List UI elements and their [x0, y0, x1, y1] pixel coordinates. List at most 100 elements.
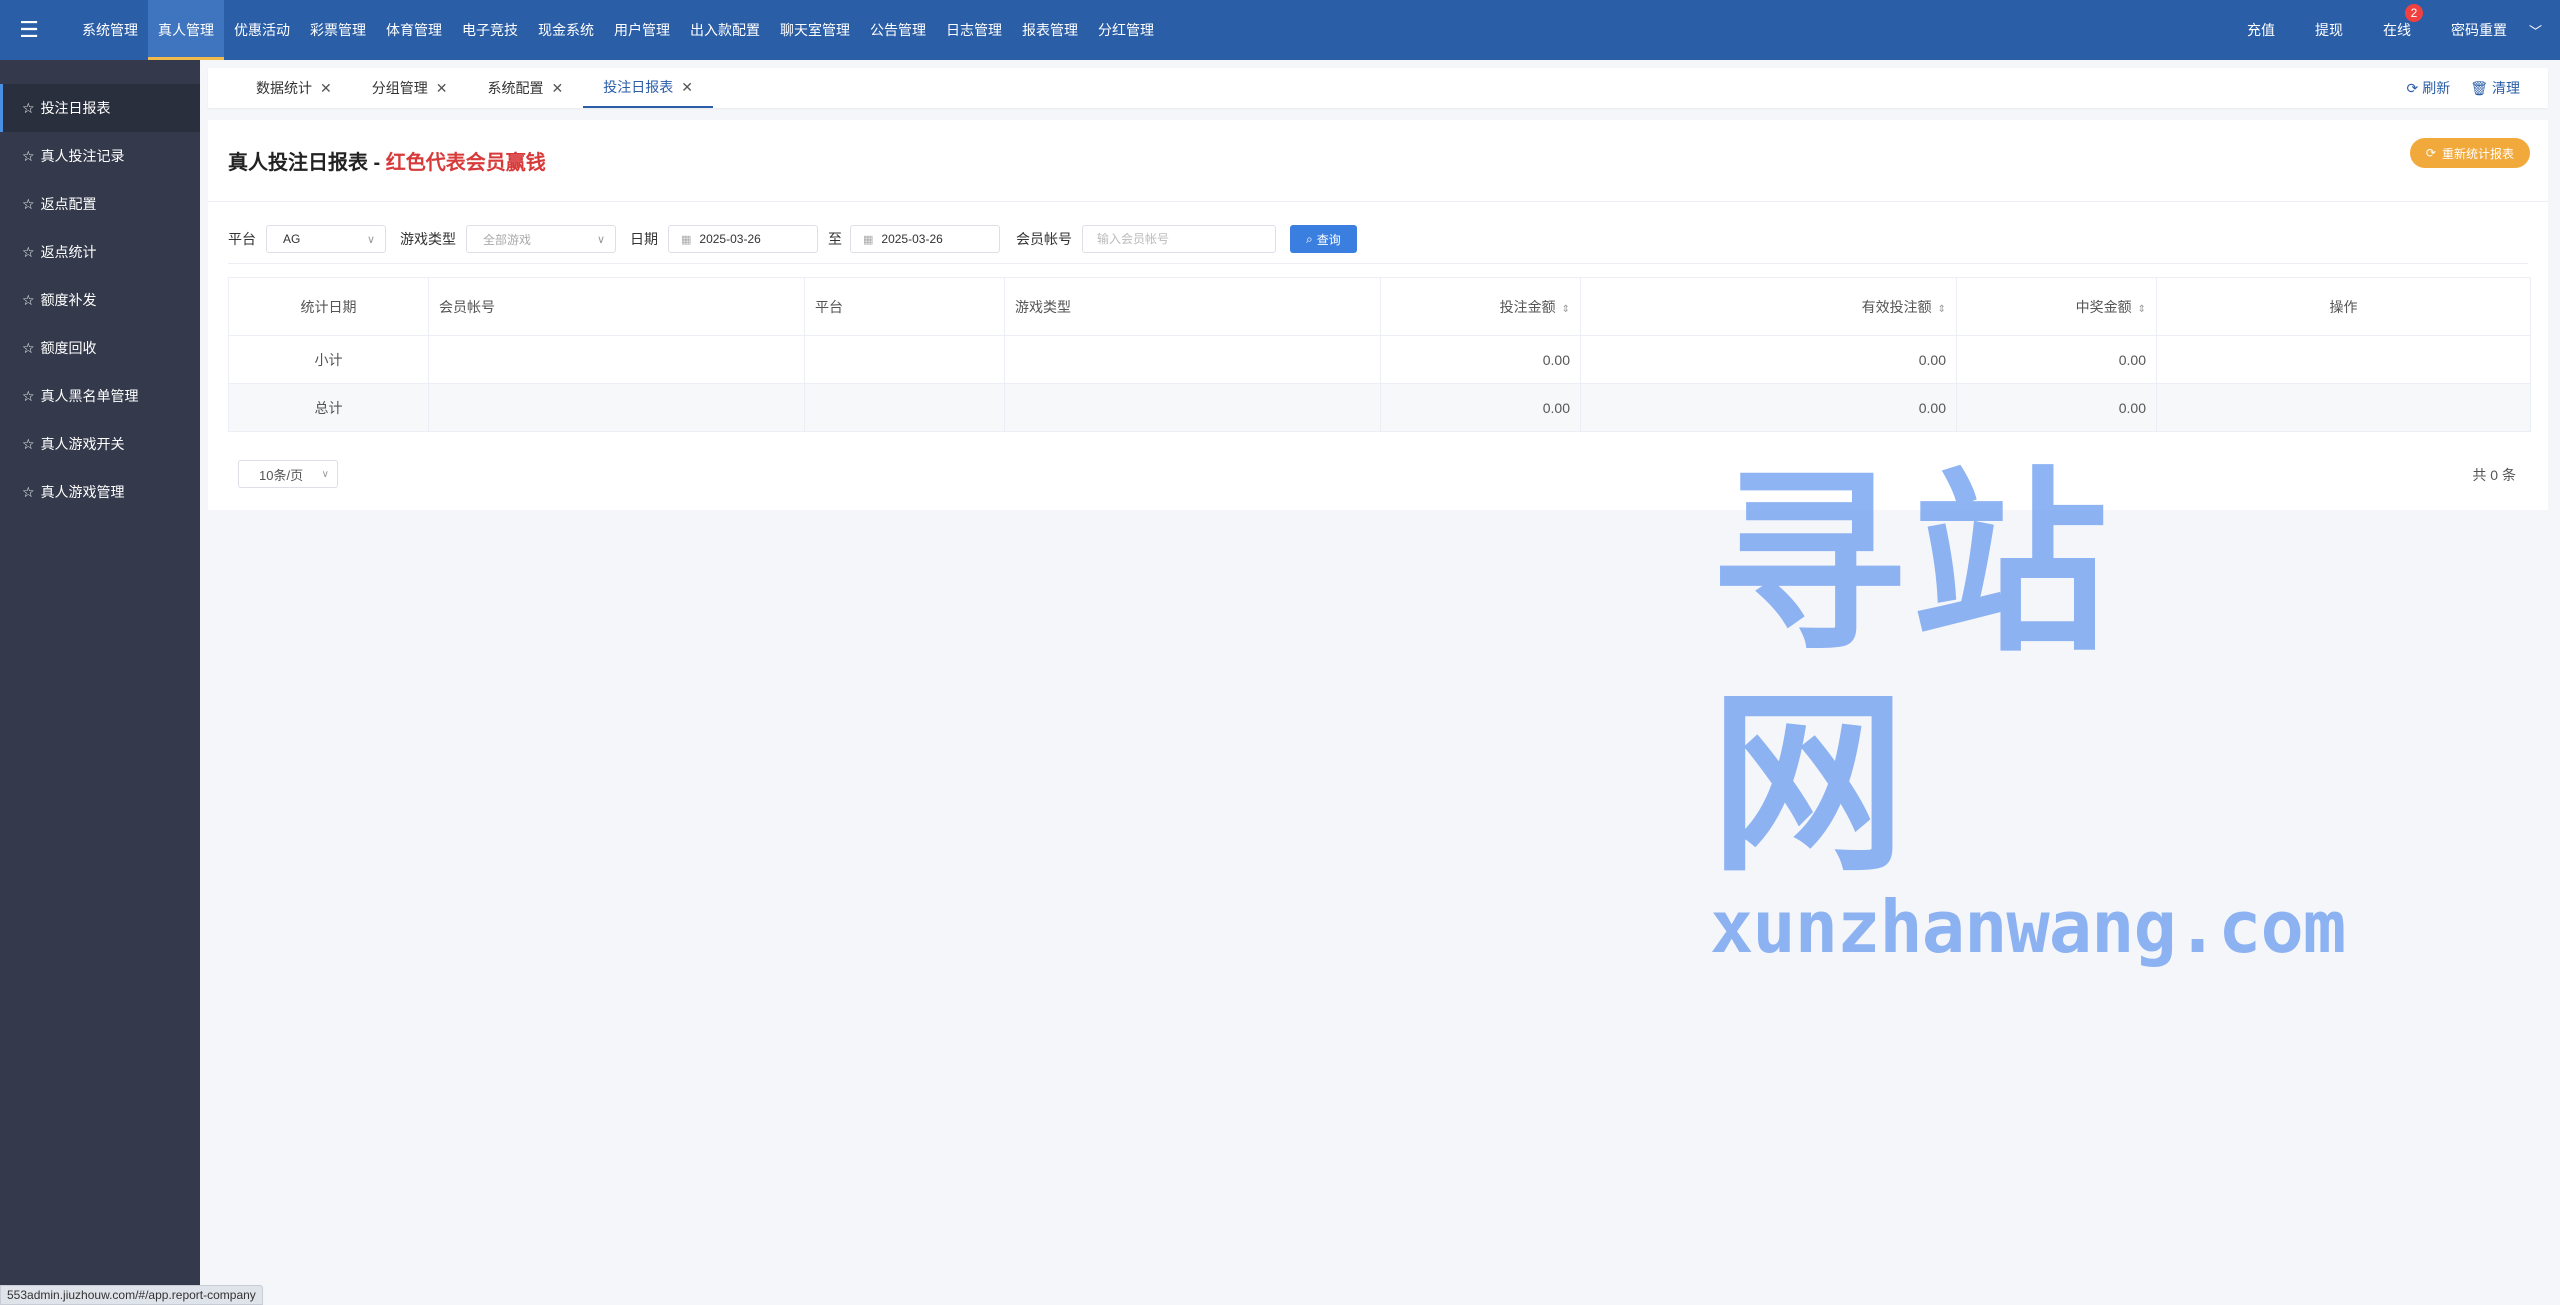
recalculate-label: 重新统计报表 — [2441, 146, 2514, 161]
cell-bet-amount: 0.00 — [1380, 383, 1581, 432]
top-navbar: ☰ 系统管理 真人管理 优惠活动 彩票管理 体育管理 电子竞技 现金系统 用户管… — [0, 0, 2560, 60]
reset-password-link[interactable]: 密码重置 — [2451, 20, 2507, 40]
sort-icon[interactable]: ⇕ — [1938, 304, 1946, 315]
member-account-input[interactable] — [1082, 225, 1276, 253]
nav-item-reports[interactable]: 报表管理 — [1012, 0, 1088, 60]
nav-item-live[interactable]: 真人管理 — [148, 0, 224, 60]
star-icon: ☆ — [22, 147, 35, 164]
close-icon[interactable]: ✕ — [436, 80, 448, 97]
sort-icon[interactable]: ⇕ — [2138, 304, 2146, 315]
close-icon[interactable]: ✕ — [320, 80, 332, 97]
platform-select[interactable]: AG ∨ — [266, 225, 386, 253]
nav-item-logs[interactable]: 日志管理 — [936, 0, 1012, 60]
cell-member — [428, 335, 805, 384]
sidebar-item-label: 真人游戏开关 — [40, 436, 125, 452]
tab-data-stats[interactable]: 数据统计 ✕ — [236, 68, 352, 108]
sort-icon[interactable]: ⇕ — [1562, 304, 1570, 315]
top-nav-right: 充值 提现 在线 2 密码重置 ﹀ — [2207, 0, 2560, 60]
search-label: 查询 — [1316, 232, 1341, 247]
tab-actions: ⟳ 刷新 🗑 清理 — [2386, 78, 2548, 98]
sidebar-item-credit-reissue[interactable]: ☆ 额度补发 — [0, 276, 200, 324]
menu-toggle-icon[interactable]: ☰ — [0, 0, 58, 60]
cell-date: 小计 — [228, 335, 429, 384]
star-icon: ☆ — [22, 99, 35, 116]
sidebar-item-bet-daily-report[interactable]: ☆ 投注日报表 — [0, 84, 200, 132]
open-tabs: 数据统计 ✕ 分组管理 ✕ 系统配置 ✕ 投注日报表 ✕ — [236, 68, 713, 108]
nav-item-system[interactable]: 系统管理 — [72, 0, 148, 60]
sidebar-item-label: 真人游戏管理 — [40, 484, 125, 500]
sidebar-item-label: 返点配置 — [40, 196, 97, 212]
online-link[interactable]: 在线 2 — [2383, 4, 2423, 40]
nav-item-esports[interactable]: 电子竞技 — [452, 0, 528, 60]
table-row-subtotal: 小计 0.00 0.00 0.00 — [228, 335, 2531, 384]
tab-group-management[interactable]: 分组管理 ✕ — [352, 68, 468, 108]
date-label: 日期 — [630, 231, 658, 247]
clear-button[interactable]: 🗑 清理 — [2470, 78, 2520, 98]
report-table: 统计日期 会员帐号 平台 游戏类型 投注金额 ⇕ 有效投注额 ⇕ 中奖金额 ⇕ 操作 … — [228, 277, 2531, 432]
col-header-bet-amount[interactable]: 投注金额 ⇕ — [1380, 277, 1581, 336]
sidebar-item-rebate-stats[interactable]: ☆ 返点统计 — [0, 228, 200, 276]
cell-win-amount: 0.00 — [1956, 335, 2157, 384]
nav-item-sports[interactable]: 体育管理 — [376, 0, 452, 60]
withdraw-link[interactable]: 提现 — [2315, 20, 2343, 40]
tab-label: 分组管理 — [371, 80, 428, 96]
sidebar-item-game-switch[interactable]: ☆ 真人游戏开关 — [0, 420, 200, 468]
col-header-label: 中奖金额 — [2075, 298, 2132, 315]
star-icon: ☆ — [22, 291, 35, 308]
nav-item-cash[interactable]: 现金系统 — [528, 0, 604, 60]
trash-icon: 🗑 — [2470, 80, 2488, 96]
tab-bet-daily-report[interactable]: 投注日报表 ✕ — [583, 68, 713, 108]
sidebar-item-game-management[interactable]: ☆ 真人游戏管理 — [0, 468, 200, 516]
sidebar-item-rebate-config[interactable]: ☆ 返点配置 — [0, 180, 200, 228]
page-size-select[interactable]: 10条/页 ∨ — [238, 460, 338, 488]
watermark-logo-text: 寻站网 — [1710, 451, 2115, 899]
col-header-label: 有效投注额 — [1861, 298, 1932, 315]
cell-valid-bet: 0.00 — [1580, 335, 1957, 384]
star-icon: ☆ — [22, 195, 35, 212]
total-count: 共 0 条 — [2472, 467, 2516, 483]
close-icon[interactable]: ✕ — [551, 80, 563, 97]
recharge-link[interactable]: 充值 — [2247, 20, 2275, 40]
nav-item-lottery[interactable]: 彩票管理 — [300, 0, 376, 60]
status-bar-url: 553admin.jiuzhouw.com/#/app.report-compa… — [0, 1285, 263, 1305]
sidebar: ☆ 投注日报表 ☆ 真人投注记录 ☆ 返点配置 ☆ 返点统计 ☆ 额度补发 ☆ … — [0, 60, 200, 1305]
close-icon[interactable]: ✕ — [681, 79, 693, 96]
watermark: 寻站网 xunzhanwang.com — [1710, 451, 2346, 969]
nav-item-promotions[interactable]: 优惠活动 — [224, 0, 300, 60]
chevron-down-icon[interactable]: ﹀ — [2529, 21, 2542, 40]
sidebar-item-blacklist[interactable]: ☆ 真人黑名单管理 — [0, 372, 200, 420]
date-to-value: 2025-03-26 — [881, 232, 943, 246]
nav-item-announcements[interactable]: 公告管理 — [860, 0, 936, 60]
cell-win-amount: 0.00 — [1956, 383, 2157, 432]
sidebar-item-credit-recovery[interactable]: ☆ 额度回收 — [0, 324, 200, 372]
refresh-button[interactable]: ⟳ 刷新 — [2406, 78, 2450, 98]
platform-label: 平台 — [228, 231, 256, 247]
chevron-down-icon: ∨ — [596, 233, 605, 246]
nav-item-payments[interactable]: 出入款配置 — [680, 0, 770, 60]
sidebar-item-live-bet-records[interactable]: ☆ 真人投注记录 — [0, 132, 200, 180]
calendar-icon: ▦ — [863, 233, 874, 246]
cell-game-type — [1004, 383, 1381, 432]
tab-system-config[interactable]: 系统配置 ✕ — [467, 68, 583, 108]
search-button[interactable]: ⌕ 查询 — [1290, 225, 1357, 253]
cell-game-type — [1004, 335, 1381, 384]
nav-item-users[interactable]: 用户管理 — [604, 0, 680, 60]
report-panel: 真人投注日报表 - 红色代表会员赢钱 ⟳ 重新统计报表 平台 AG ∨ 游戏类型 … — [208, 120, 2548, 510]
star-icon: ☆ — [22, 339, 35, 356]
col-header-win-amount[interactable]: 中奖金额 ⇕ — [1956, 277, 2157, 336]
col-header-valid-bet[interactable]: 有效投注额 ⇕ — [1580, 277, 1957, 336]
sidebar-item-label: 真人投注记录 — [40, 148, 125, 164]
date-to-picker[interactable]: ▦ 2025-03-26 — [850, 225, 1000, 253]
panel-header: 真人投注日报表 - 红色代表会员赢钱 ⟳ 重新统计报表 — [208, 120, 2548, 202]
nav-item-chatroom[interactable]: 聊天室管理 — [770, 0, 860, 60]
recalculate-report-button[interactable]: ⟳ 重新统计报表 — [2409, 138, 2530, 168]
nav-item-dividends[interactable]: 分红管理 — [1088, 0, 1164, 60]
date-from-picker[interactable]: ▦ 2025-03-26 — [668, 225, 818, 253]
watermark-domain: xunzhanwang.com — [1710, 885, 2346, 969]
pagination: 10条/页 ∨ — [238, 460, 338, 488]
tab-label: 投注日报表 — [603, 79, 674, 95]
cell-valid-bet: 0.00 — [1580, 383, 1957, 432]
game-type-select[interactable]: 全部游戏 ∨ — [466, 225, 616, 253]
sidebar-item-label: 额度回收 — [40, 340, 97, 356]
page-size-value: 10条/页 — [259, 467, 304, 483]
